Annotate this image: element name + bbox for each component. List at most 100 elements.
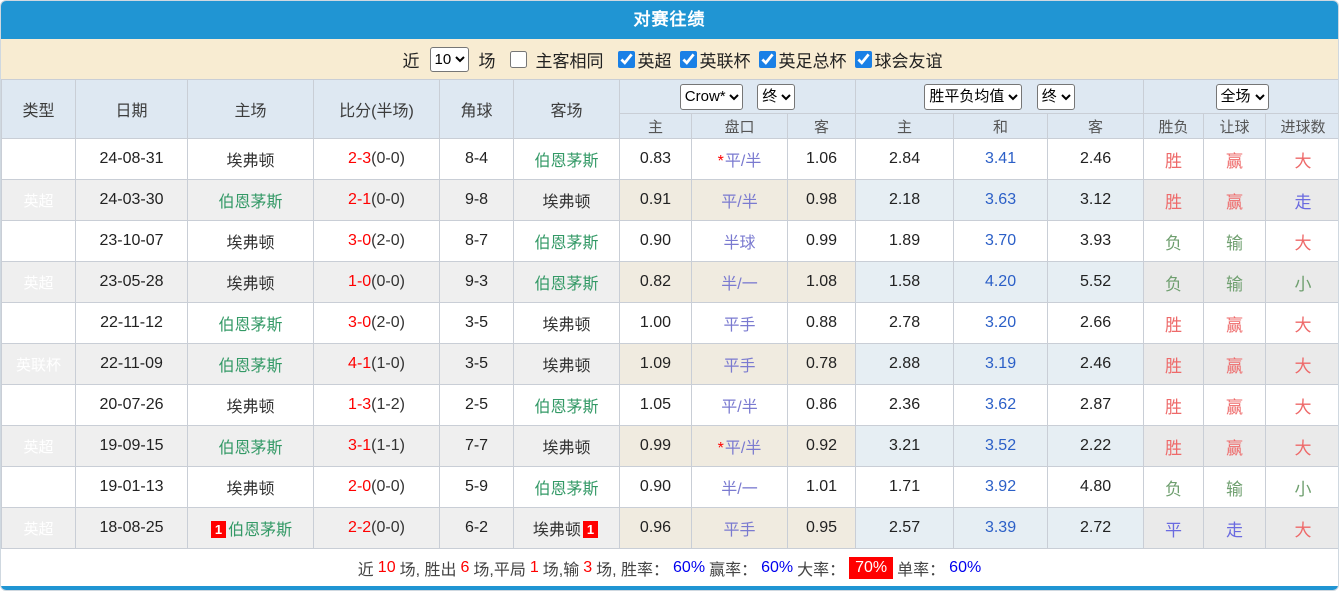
avg-home: 1.71 [856, 467, 954, 508]
odds-away: 0.95 [788, 508, 856, 549]
away-team: 伯恩茅斯 [514, 467, 620, 508]
odds-away: 1.06 [788, 139, 856, 180]
sub-header-avg-away: 客 [1048, 114, 1144, 139]
fulltime-score: 2-1 [348, 191, 371, 208]
away-team-name: 埃弗顿 [542, 440, 590, 457]
table-row: 英超 24-08-31 埃弗顿 2-3(0-0) 8-4 伯恩茅斯 0.83 *… [2, 139, 1339, 180]
avg-away: 3.12 [1048, 180, 1144, 221]
avg-draw: 3.41 [954, 139, 1048, 180]
avg-draw: 3.70 [954, 221, 1048, 262]
avg-draw: 3.92 [954, 467, 1048, 508]
sub-header-handicap-result: 让球 [1204, 114, 1266, 139]
recent-count-select[interactable]: 10 [430, 47, 469, 72]
summary-wins-count: 6 [461, 559, 470, 577]
result-wdl: 胜 [1144, 385, 1204, 426]
score: 1-0(0-0) [314, 262, 440, 303]
halftime-score: (2-0) [371, 314, 405, 331]
league-checkbox-friendly[interactable] [855, 51, 872, 68]
score: 3-0(2-0) [314, 221, 440, 262]
handicap-line: 平/半 [692, 180, 788, 221]
avg-type-select[interactable]: 胜平负均值 [924, 84, 1022, 110]
corners: 8-7 [440, 221, 514, 262]
summary-text: 场, 胜率： [596, 556, 669, 580]
league-checkbox-efl-cup[interactable] [680, 51, 697, 68]
same-venue-checkbox[interactable] [510, 51, 527, 68]
home-team-name: 伯恩茅斯 [218, 317, 282, 334]
avg-draw: 3.39 [954, 508, 1048, 549]
odds-stage-select[interactable]: 终 [757, 84, 795, 110]
league-badge: 英超 [2, 262, 76, 303]
handicap-line: 半/一 [692, 467, 788, 508]
match-date: 23-05-28 [76, 262, 188, 303]
odds-home: 0.99 [620, 426, 692, 467]
avg-away: 4.80 [1048, 467, 1144, 508]
league-checkbox-fa-cup[interactable] [759, 51, 776, 68]
handicap-line: 平/半 [692, 385, 788, 426]
fulltime-score: 3-0 [348, 232, 371, 249]
games-label: 场 [479, 47, 496, 72]
summary-games-count: 10 [378, 559, 396, 577]
corners: 7-7 [440, 426, 514, 467]
result-goals: 大 [1266, 344, 1339, 385]
halftime-score: (1-0) [371, 355, 405, 372]
away-team-name: 伯恩茅斯 [534, 153, 598, 170]
home-team-name: 埃弗顿 [226, 276, 274, 293]
sub-header-odds-away: 客 [788, 114, 856, 139]
away-team-name: 伯恩茅斯 [534, 481, 598, 498]
result-wdl: 胜 [1144, 303, 1204, 344]
avg-home: 2.84 [856, 139, 954, 180]
filter-bar: 近 10 场 主客相同 英超 英联杯 英足总杯 球会友谊 [1, 39, 1338, 79]
fulltime-score: 3-1 [348, 437, 371, 454]
halftime-score: (0-0) [371, 273, 405, 290]
home-team-name: 伯恩茅斯 [228, 522, 292, 539]
result-goals: 大 [1266, 426, 1339, 467]
avg-home: 2.88 [856, 344, 954, 385]
summary-text: 场,输 [543, 556, 579, 580]
page-title: 对赛往绩 [1, 1, 1338, 39]
league-badge: 英超 [2, 467, 76, 508]
handicap-line: 平手 [692, 303, 788, 344]
odds-home: 0.82 [620, 262, 692, 303]
home-team-name: 伯恩茅斯 [218, 194, 282, 211]
league-checkbox-premier[interactable] [618, 51, 635, 68]
fulltime-score: 2-0 [348, 478, 371, 495]
same-venue-label: 主客相同 [536, 47, 604, 72]
avg-draw: 4.20 [954, 262, 1048, 303]
odds-company-select[interactable]: Crow* [680, 84, 743, 110]
odds-home: 0.90 [620, 221, 692, 262]
result-handicap: 赢 [1204, 426, 1266, 467]
home-team: 埃弗顿 [188, 221, 314, 262]
summary-text: 场,平局 [473, 556, 525, 580]
col-header-date: 日期 [76, 80, 188, 139]
avg-home: 2.36 [856, 385, 954, 426]
fulltime-score: 4-1 [348, 355, 371, 372]
summary-draws-count: 1 [530, 559, 539, 577]
result-wdl: 胜 [1144, 426, 1204, 467]
away-team-name: 伯恩茅斯 [534, 235, 598, 252]
summary-win-rate: 60% [673, 559, 705, 577]
match-date: 19-09-15 [76, 426, 188, 467]
avg-away: 2.66 [1048, 303, 1144, 344]
handicap-line: 半/一 [692, 262, 788, 303]
avg-home: 1.58 [856, 262, 954, 303]
avg-away: 2.87 [1048, 385, 1144, 426]
odds-away: 0.88 [788, 303, 856, 344]
league-badge: 英超 [2, 426, 76, 467]
score: 2-1(0-0) [314, 180, 440, 221]
home-team: 埃弗顿 [188, 385, 314, 426]
handicap-star: * [718, 440, 724, 457]
odds-away: 1.08 [788, 262, 856, 303]
home-team-name: 埃弗顿 [226, 481, 274, 498]
odds-home: 0.91 [620, 180, 692, 221]
league-badge: 英超 [2, 303, 76, 344]
summary-text: 单率： [897, 556, 945, 580]
halftime-score: (0-0) [371, 478, 405, 495]
away-team-name: 伯恩茅斯 [534, 399, 598, 416]
away-team: 埃弗顿 [514, 180, 620, 221]
result-handicap: 赢 [1204, 139, 1266, 180]
league-label-efl-cup: 英联杯 [700, 47, 751, 72]
scope-select[interactable]: 全场 [1216, 84, 1269, 110]
avg-stage-select[interactable]: 终 [1037, 84, 1075, 110]
away-team-name: 埃弗顿 [542, 194, 590, 211]
away-team: 埃弗顿 [514, 303, 620, 344]
